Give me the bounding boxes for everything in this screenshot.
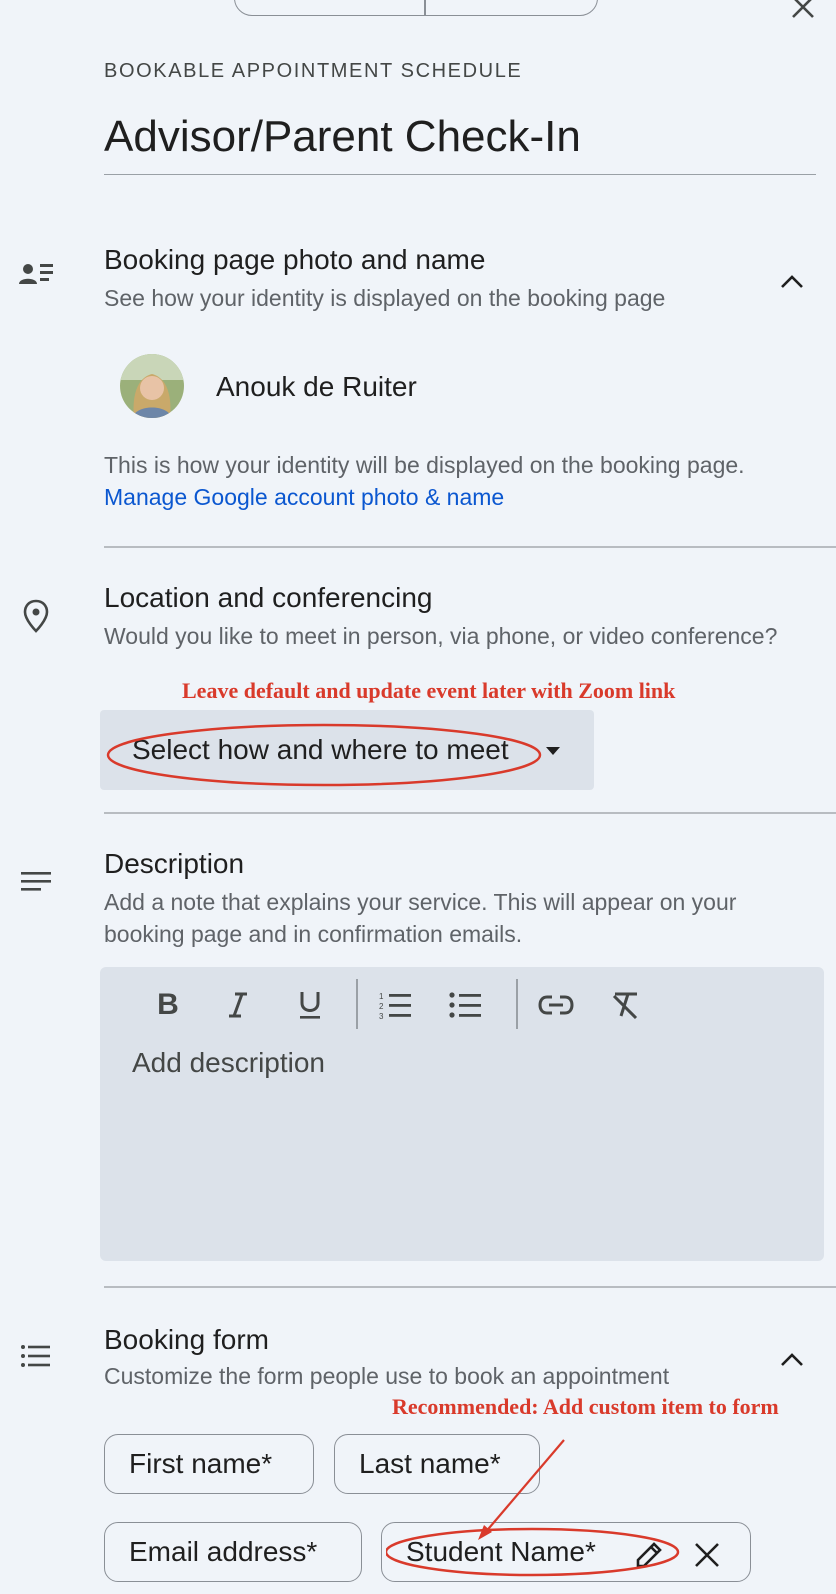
link-icon[interactable] (536, 985, 576, 1025)
description-editor[interactable]: B 123 Add description (100, 967, 824, 1261)
toolbar-divider (516, 979, 518, 1029)
booking-page-title: Booking page photo and name (104, 244, 486, 275)
booking-page-subtitle: See how your identity is displayed on th… (104, 285, 666, 311)
description-title: Description (104, 848, 245, 879)
page-eyebrow: BOOKABLE APPOINTMENT SCHEDULE (104, 60, 523, 82)
section-divider (104, 546, 836, 548)
description-placeholder: Add description (132, 1047, 326, 1078)
manage-account-link[interactable]: Manage Google account photo & name (104, 484, 504, 510)
location-title: Location and conferencing (104, 582, 433, 613)
notes-icon (21, 872, 51, 891)
toggle-divider (424, 0, 426, 15)
clear-formatting-icon[interactable] (606, 985, 646, 1025)
avatar-photo (120, 354, 184, 418)
avatar (120, 354, 184, 418)
booking-form-annotation: Recommended: Add custom item to form (392, 1394, 779, 1419)
profile-name: Anouk de Ruiter (216, 371, 417, 402)
view-toggle[interactable] (234, 0, 598, 16)
description-subtitle: Add a note that explains your service. T… (104, 889, 737, 947)
close-icon[interactable] (790, 0, 816, 20)
svg-text:3: 3 (379, 1012, 384, 1020)
section-divider (104, 812, 836, 814)
bold-icon[interactable]: B (148, 985, 188, 1025)
toolbar-divider (356, 979, 358, 1029)
title-input[interactable]: Advisor/Parent Check-In (104, 112, 816, 175)
form-field-chip[interactable]: First name* (104, 1434, 314, 1494)
section-divider (104, 1286, 836, 1288)
svg-text:2: 2 (379, 1002, 384, 1011)
location-subtitle: Would you like to meet in person, via ph… (104, 623, 778, 649)
chevron-up-icon[interactable] (774, 1342, 810, 1378)
italic-icon[interactable] (218, 985, 258, 1025)
location-pin-icon (23, 599, 49, 633)
booking-form-subtitle: Customize the form people use to book an… (104, 1363, 670, 1389)
person-list-icon (19, 264, 53, 284)
booking-form-title: Booking form (104, 1324, 269, 1355)
location-annotation: Leave default and update event later wit… (182, 678, 676, 703)
underline-icon[interactable] (290, 985, 330, 1025)
form-list-icon (21, 1345, 50, 1367)
annotation-circle (106, 723, 542, 787)
bulleted-list-icon[interactable] (446, 985, 486, 1025)
annotation-arrow (386, 1439, 680, 1577)
svg-text:1: 1 (379, 992, 384, 1001)
numbered-list-icon[interactable]: 123 (376, 985, 416, 1025)
form-field-chip[interactable]: Email address* (104, 1522, 362, 1582)
chevron-up-icon[interactable] (774, 264, 810, 300)
identity-description: This is how your identity will be displa… (104, 449, 804, 513)
identity-text: This is how your identity will be displa… (104, 452, 745, 478)
